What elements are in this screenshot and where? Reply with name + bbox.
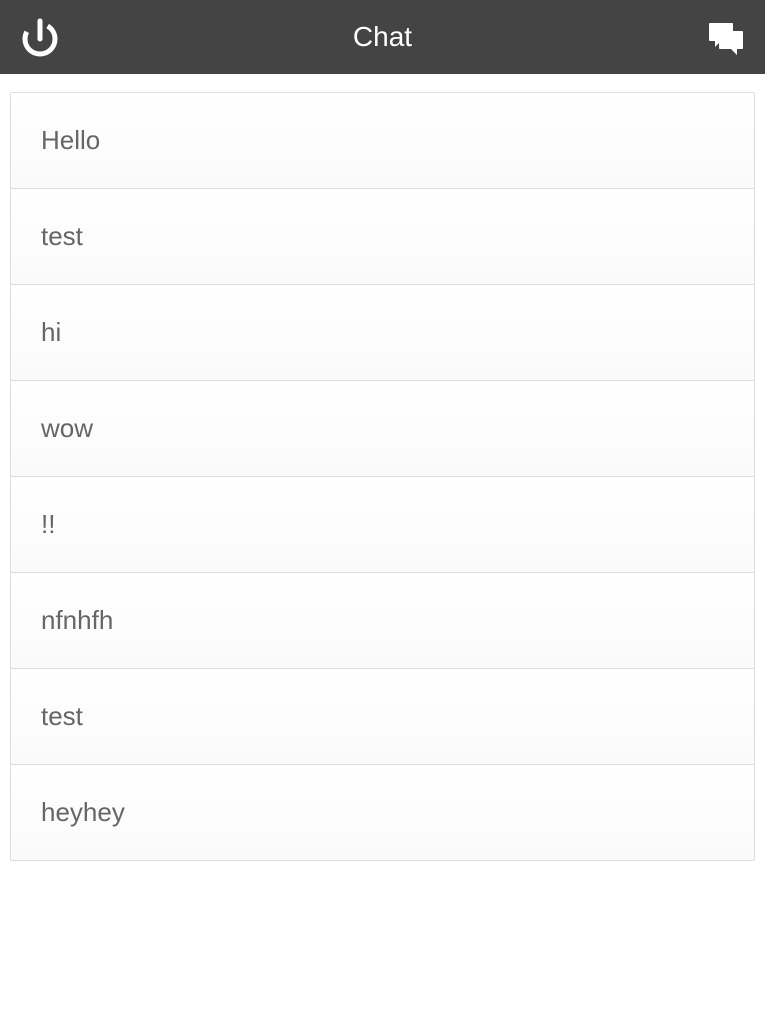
power-icon[interactable]: [18, 15, 62, 59]
header-bar: Chat: [0, 0, 765, 74]
content-area: Hello test hi wow !! nfnhfh test heyhey: [0, 74, 765, 861]
page-title: Chat: [353, 21, 412, 53]
chat-icon[interactable]: [703, 15, 747, 59]
message-item[interactable]: wow: [11, 381, 754, 477]
message-item[interactable]: nfnhfh: [11, 573, 754, 669]
message-item[interactable]: !!: [11, 477, 754, 573]
message-item[interactable]: Hello: [11, 93, 754, 189]
message-item[interactable]: heyhey: [11, 765, 754, 860]
message-list: Hello test hi wow !! nfnhfh test heyhey: [10, 92, 755, 861]
message-item[interactable]: test: [11, 669, 754, 765]
message-item[interactable]: hi: [11, 285, 754, 381]
message-item[interactable]: test: [11, 189, 754, 285]
